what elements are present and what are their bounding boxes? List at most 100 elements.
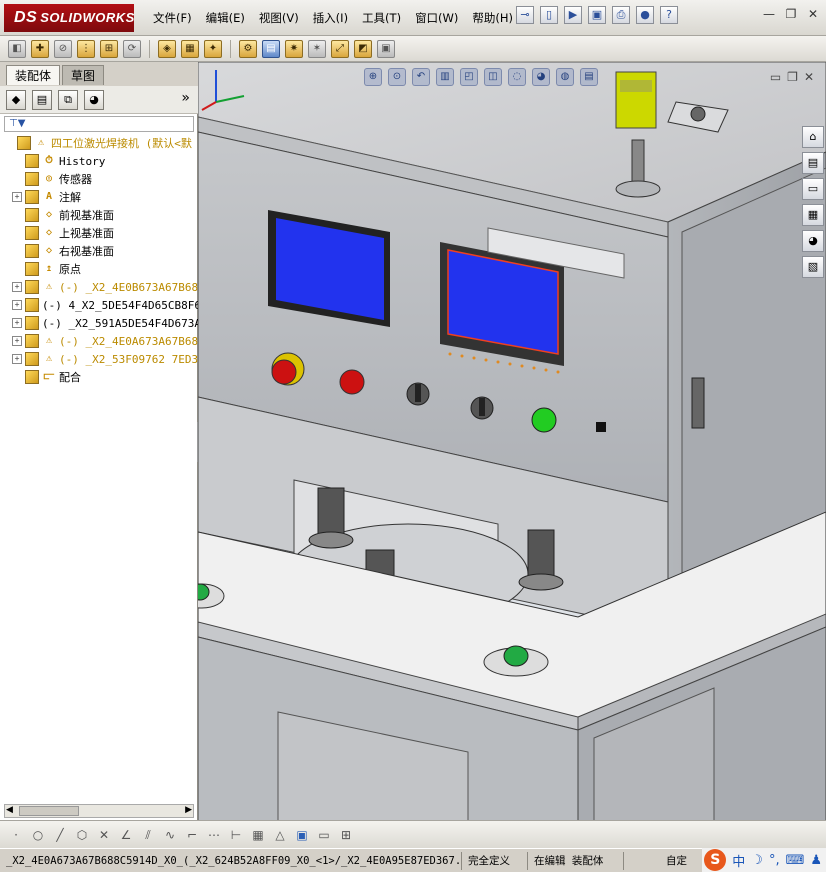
hide-show-items-icon[interactable]: ◌ <box>508 68 526 86</box>
moon-icon[interactable]: ☽ <box>751 853 763 868</box>
tree-node[interactable]: ⚠ 四工位激光焊接机 (默认<默 <box>4 134 192 152</box>
save-icon[interactable]: ▣ <box>588 6 606 24</box>
line-icon[interactable]: ╱ <box>52 827 68 843</box>
property-manager-icon[interactable]: ▤ <box>32 89 52 110</box>
appearances-icon[interactable]: ◕ <box>802 230 824 252</box>
home-icon[interactable]: ⌂ <box>802 126 824 148</box>
zoom-to-area-icon[interactable]: ⊙ <box>388 68 406 86</box>
custom-properties-icon[interactable]: ▧ <box>802 256 824 278</box>
tree-node[interactable]: ◎ 传感器 <box>12 170 92 188</box>
new-motion-study-icon[interactable]: ⚙ <box>239 39 257 58</box>
explode-line-icon[interactable]: ✶ <box>308 39 326 58</box>
tree-node[interactable]: ⏱ History <box>12 152 105 170</box>
user-icon[interactable]: ♟ <box>810 853 822 868</box>
tab-sketch[interactable]: 草图 <box>62 65 105 85</box>
polygon-icon[interactable]: ⬡ <box>74 827 90 843</box>
angle-icon[interactable]: ∠ <box>118 827 134 843</box>
exploded-view-icon[interactable]: ✷ <box>285 39 303 58</box>
angle-dim-icon[interactable]: △ <box>272 827 288 843</box>
tree-filter-input[interactable]: ⊤▼ <box>4 116 194 132</box>
tree-node[interactable]: ◇ 右视基准面 <box>12 242 114 260</box>
view-palette-icon[interactable]: ▦ <box>802 204 824 226</box>
tree-node[interactable]: + ⚠ (-) _X2_53F09762 7ED3678 <box>12 350 198 368</box>
expand-toggle-icon[interactable]: + <box>12 282 22 292</box>
offset-icon[interactable]: ⫽ <box>140 827 156 843</box>
rebuild-icon[interactable]: ● <box>636 6 654 24</box>
scroll-right-icon[interactable]: ▶ <box>185 805 192 815</box>
help-icon[interactable]: ? <box>660 6 678 24</box>
minimize-icon[interactable]: — <box>762 8 776 22</box>
doc-restore-icon[interactable]: ❐ <box>787 70 798 84</box>
keyboard-icon[interactable]: ⌨ <box>786 853 805 868</box>
point-icon[interactable]: · <box>8 827 24 843</box>
menu-tools[interactable]: 工具(T) <box>357 8 406 28</box>
display-style-icon[interactable]: ◫ <box>484 68 502 86</box>
split-horizontal-icon[interactable]: ▭ <box>316 827 332 843</box>
shaded-view-icon[interactable]: ▣ <box>294 827 310 843</box>
doc-minimize-icon[interactable]: ▭ <box>770 70 781 84</box>
display-manager-icon[interactable]: ◕ <box>84 89 104 110</box>
sogou-logo-icon[interactable]: S <box>704 849 727 871</box>
tree-node[interactable]: ↥ 原点 <box>12 260 81 278</box>
edit-component-icon[interactable]: ◧ <box>8 39 26 58</box>
view-settings-icon[interactable]: ▤ <box>580 68 598 86</box>
mate-icon[interactable]: ⊘ <box>54 39 72 58</box>
tree-node[interactable]: ◇ 上视基准面 <box>12 224 114 242</box>
pin-icon[interactable]: ⊸ <box>516 6 534 24</box>
configuration-manager-icon[interactable]: ⧉ <box>58 89 78 110</box>
file-explorer-icon[interactable]: ▭ <box>802 178 824 200</box>
trim-icon[interactable]: ✕ <box>96 827 112 843</box>
close-icon[interactable]: ✕ <box>806 8 820 22</box>
open-icon[interactable]: ▶ <box>564 6 582 24</box>
feature-manager-icon[interactable]: ◆ <box>6 89 26 110</box>
expand-toggle-icon[interactable]: + <box>12 192 22 202</box>
instant3d-icon[interactable]: ⤢ <box>331 39 349 58</box>
print-icon[interactable]: ⎙ <box>612 6 630 24</box>
tree-node[interactable]: ⫍ 配合 <box>12 368 81 386</box>
view-orientation-icon[interactable]: ◰ <box>460 68 478 86</box>
scroll-thumb[interactable] <box>19 806 79 816</box>
menu-file[interactable]: 文件(F) <box>148 8 197 28</box>
edit-appearance-icon[interactable]: ◕ <box>532 68 550 86</box>
snapshot-icon[interactable]: ◩ <box>354 39 372 58</box>
expand-panel-icon[interactable]: » <box>181 90 190 106</box>
assembly-features-icon[interactable]: ▦ <box>181 39 199 58</box>
tree-node[interactable]: + ⚠ (-) _X2_4E0A673A67B6880 <box>12 332 198 350</box>
tab-assembly[interactable]: 装配体 <box>6 65 61 85</box>
zoom-to-fit-icon[interactable]: ⊕ <box>364 68 382 86</box>
grid-icon[interactable]: ▦ <box>250 827 266 843</box>
design-library-icon[interactable]: ▤ <box>802 152 824 174</box>
split-quad-icon[interactable]: ⊞ <box>338 827 354 843</box>
menu-help[interactable]: 帮助(H) <box>467 8 518 28</box>
ime-punctuation[interactable]: °, <box>769 853 780 868</box>
section-view-icon[interactable]: ▥ <box>436 68 454 86</box>
status-units[interactable]: 自定 <box>660 852 700 870</box>
horizontal-scrollbar[interactable]: ◀ ▶ <box>4 804 194 818</box>
corner-rectangle-icon[interactable]: ⌐ <box>184 827 200 843</box>
insert-component-icon[interactable]: ✚ <box>31 39 49 58</box>
expand-toggle-icon[interactable]: + <box>12 336 22 346</box>
graphics-area[interactable]: ⊕ ⊙ ↶ ▥ ◰ ◫ ◌ ◕ ◍ ▤ ▭ ❐ ✕ <box>198 62 826 820</box>
expand-toggle-icon[interactable]: + <box>12 300 22 310</box>
menu-view[interactable]: 视图(V) <box>254 8 304 28</box>
expand-toggle-icon[interactable]: + <box>12 318 22 328</box>
tree-node[interactable]: + (-) _X2_591A5DE54F4D673A5F <box>12 314 198 332</box>
menu-insert[interactable]: 插入(I) <box>308 8 353 28</box>
scroll-left-icon[interactable]: ◀ <box>6 805 13 815</box>
move-component-icon[interactable]: ⟳ <box>123 39 141 58</box>
centerline-icon[interactable]: ⋯ <box>206 827 222 843</box>
show-hidden-icon[interactable]: ◈ <box>158 39 176 58</box>
reference-geometry-icon[interactable]: ✦ <box>204 39 222 58</box>
linear-pattern-icon[interactable]: ⋮ <box>77 39 95 58</box>
menu-edit[interactable]: 编辑(E) <box>201 8 250 28</box>
ime-language[interactable]: 中 <box>732 851 745 870</box>
smart-fasteners-icon[interactable]: ⊞ <box>100 39 118 58</box>
bill-of-materials-icon[interactable]: ▤ <box>262 39 280 58</box>
tree-node[interactable]: + (-) 4_X2_5DE54F4D65CB8F6C5 <box>12 296 198 314</box>
dimension-icon[interactable]: ⊢ <box>228 827 244 843</box>
restore-icon[interactable]: ❐ <box>784 8 798 22</box>
tree-node[interactable]: + ⚠ (-) _X2_4E0B673A67B6880 <box>12 278 198 296</box>
apply-scene-icon[interactable]: ◍ <box>556 68 574 86</box>
tree-node[interactable]: + A 注解 <box>12 188 81 206</box>
large-assembly-icon[interactable]: ▣ <box>377 39 395 58</box>
